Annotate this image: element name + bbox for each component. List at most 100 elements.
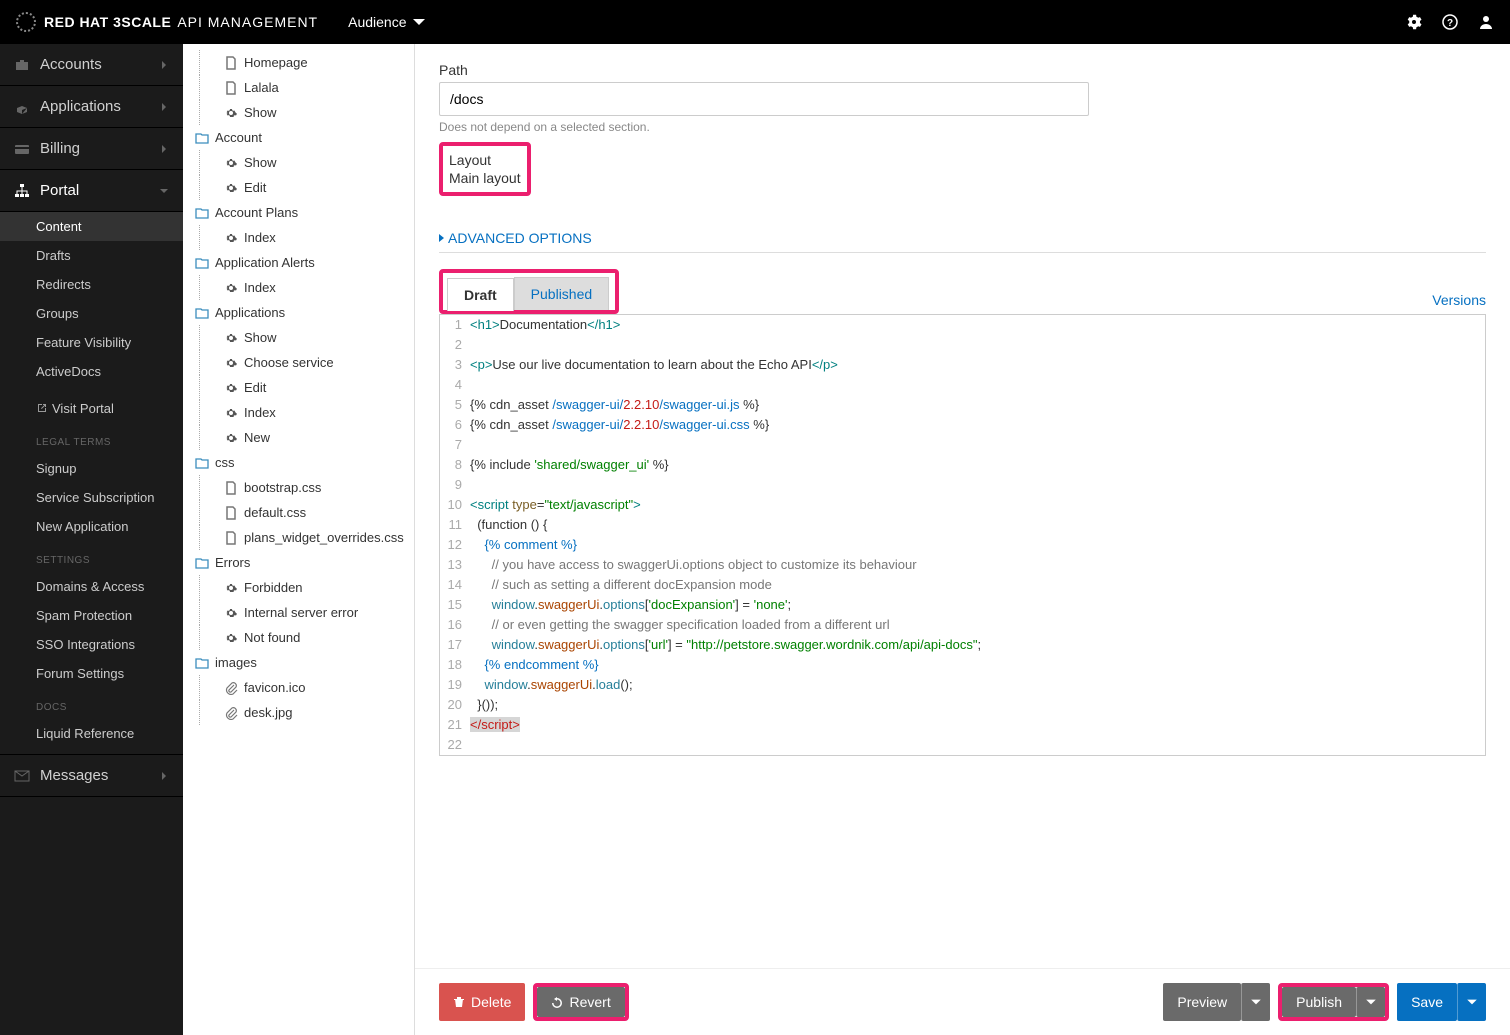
tree-item[interactable]: Applications [183,300,414,325]
tree-item[interactable]: Index [200,225,414,250]
tree-item-label: Account Plans [215,205,298,220]
brand-name: RED HAT 3SCALE [44,14,171,30]
help-icon[interactable]: ? [1442,14,1458,30]
tree-item[interactable]: Account Plans [183,200,414,225]
visit-portal-label: Visit Portal [52,401,114,416]
sidebar-service-subscription[interactable]: Service Subscription [0,483,183,512]
tree-item[interactable]: Index [200,400,414,425]
publish-button[interactable]: Publish [1282,987,1356,1017]
preview-caret[interactable] [1241,983,1270,1021]
sidebar-liquid-ref[interactable]: Liquid Reference [0,719,183,748]
tree-item-label: Not found [244,630,300,645]
tree-item[interactable]: desk.jpg [200,700,414,725]
sidebar: Accounts Applications Billing Portal Con… [0,44,183,1035]
sidebar-portal[interactable]: Portal [0,170,183,212]
tree-item[interactable]: Edit [200,175,414,200]
tree-item-label: favicon.ico [244,680,305,695]
tree-item[interactable]: Account [183,125,414,150]
advanced-options-label: ADVANCED OPTIONS [448,230,592,246]
tree-item[interactable]: Choose service [200,350,414,375]
sidebar-billing[interactable]: Billing [0,128,183,170]
sidebar-accounts-label: Accounts [40,56,102,73]
external-link-icon [36,402,48,414]
caret-down-icon [1250,996,1262,1008]
tree-item[interactable]: New [200,425,414,450]
tree-item-label: desk.jpg [244,705,292,720]
tree-item[interactable]: Internal server error [200,600,414,625]
tree-item[interactable]: Errors [183,550,414,575]
preview-button[interactable]: Preview [1163,983,1241,1021]
sidebar-activedocs[interactable]: ActiveDocs [0,357,183,386]
envelope-icon [14,768,30,784]
tree-item[interactable]: Show [200,100,414,125]
brand-sub: API MANAGEMENT [177,14,318,30]
sitemap-icon [14,183,30,199]
tree-item[interactable]: favicon.ico [200,675,414,700]
sidebar-applications-label: Applications [40,98,121,115]
sidebar-feature-visibility[interactable]: Feature Visibility [0,328,183,357]
tree-item[interactable]: plans_widget_overrides.css [200,525,414,550]
tree-item-label: Choose service [244,355,334,370]
caret-down-icon [1365,996,1377,1008]
sidebar-groups[interactable]: Groups [0,299,183,328]
sidebar-applications[interactable]: Applications [0,86,183,128]
tree-item-label: Forbidden [244,580,303,595]
tree-item[interactable]: images [183,650,414,675]
tree-item[interactable]: Show [200,325,414,350]
gear-icon[interactable] [1406,14,1422,30]
sidebar-visit-portal[interactable]: Visit Portal [0,394,183,423]
tab-published[interactable]: Published [514,277,610,310]
tree-item[interactable]: bootstrap.css [200,475,414,500]
tree-item[interactable]: Application Alerts [183,250,414,275]
revert-button[interactable]: Revert [537,987,624,1017]
chevron-right-icon [159,144,169,154]
path-input[interactable] [439,82,1089,116]
advanced-options-toggle[interactable]: ADVANCED OPTIONS [439,230,1486,253]
tab-draft[interactable]: Draft [447,278,514,311]
audience-menu[interactable]: Audience [348,14,426,30]
sidebar-drafts[interactable]: Drafts [0,241,183,270]
layout-select-value[interactable]: Main layout [449,170,521,186]
sidebar-signup[interactable]: Signup [0,454,183,483]
tree-item[interactable]: Not found [200,625,414,650]
sidebar-spam[interactable]: Spam Protection [0,601,183,630]
tree-item[interactable]: Homepage [200,50,414,75]
sidebar-accounts[interactable]: Accounts [0,44,183,86]
tree-item-label: css [215,455,235,470]
sidebar-forum[interactable]: Forum Settings [0,659,183,688]
path-label: Path [439,62,1486,78]
tree-item[interactable]: Index [200,275,414,300]
layout-select[interactable] [439,166,1089,200]
tree-item-label: Index [244,280,276,295]
tabs-highlight: Draft Published [439,269,619,314]
versions-link[interactable]: Versions [1432,292,1486,314]
user-icon[interactable] [1478,14,1494,30]
sidebar-messages[interactable]: Messages [0,755,183,797]
tree-item-label: bootstrap.css [244,480,321,495]
sidebar-domains[interactable]: Domains & Access [0,572,183,601]
sidebar-redirects[interactable]: Redirects [0,270,183,299]
publish-caret[interactable] [1356,987,1385,1017]
save-button[interactable]: Save [1397,983,1457,1021]
tree-item[interactable]: Forbidden [200,575,414,600]
save-caret[interactable] [1457,983,1486,1021]
editor-panel: Path Does not depend on a selected secti… [415,44,1510,1035]
layout-highlight: Layout Main layout [439,142,531,196]
tree-item[interactable]: Edit [200,375,414,400]
briefcase-icon [14,57,30,73]
sidebar-sso[interactable]: SSO Integrations [0,630,183,659]
code-editor[interactable]: 1<h1>Documentation</h1> 2 3<p>Use our li… [439,315,1486,756]
caret-right-icon [439,234,444,242]
tree-item[interactable]: css [183,450,414,475]
tree-item-label: Applications [215,305,285,320]
sidebar-content[interactable]: Content [0,212,183,241]
tree-item[interactable]: default.css [200,500,414,525]
tree-item[interactable]: Show [200,150,414,175]
tree-item[interactable]: Lalala [200,75,414,100]
card-icon [14,141,30,157]
sidebar-messages-label: Messages [40,767,108,784]
tree-item-label: Homepage [244,55,308,70]
delete-button[interactable]: Delete [439,983,525,1021]
sidebar-new-application[interactable]: New Application [0,512,183,541]
revert-label: Revert [569,994,610,1010]
